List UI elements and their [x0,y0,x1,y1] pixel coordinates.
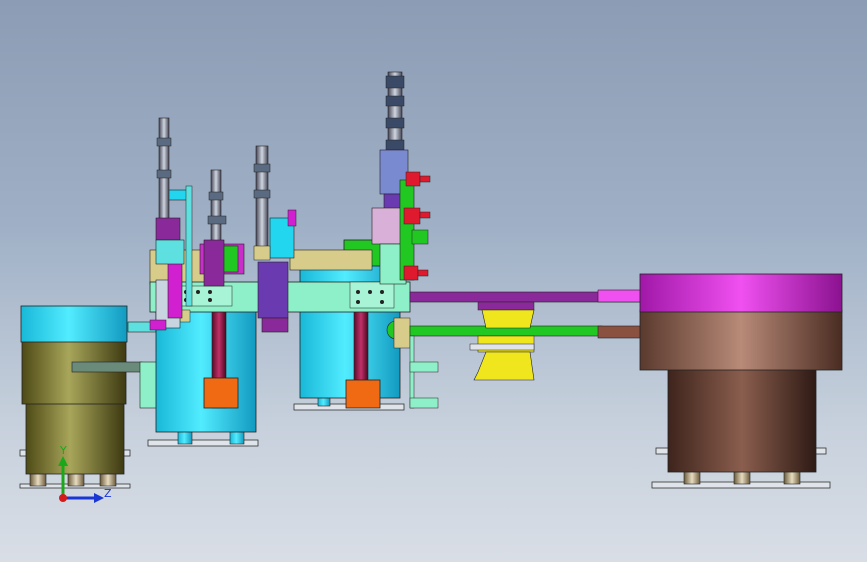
assembly-drawing: Y Z [19,71,843,503]
cad-viewport[interactable]: Y Z [0,0,867,562]
y-axis-label: Y [59,444,67,457]
actuator-2 [203,169,227,287]
origin-point [59,494,67,502]
left-bowl-feeder [19,305,167,489]
z-axis-label: Z [104,487,112,500]
right-bowl-feeder [639,273,843,489]
